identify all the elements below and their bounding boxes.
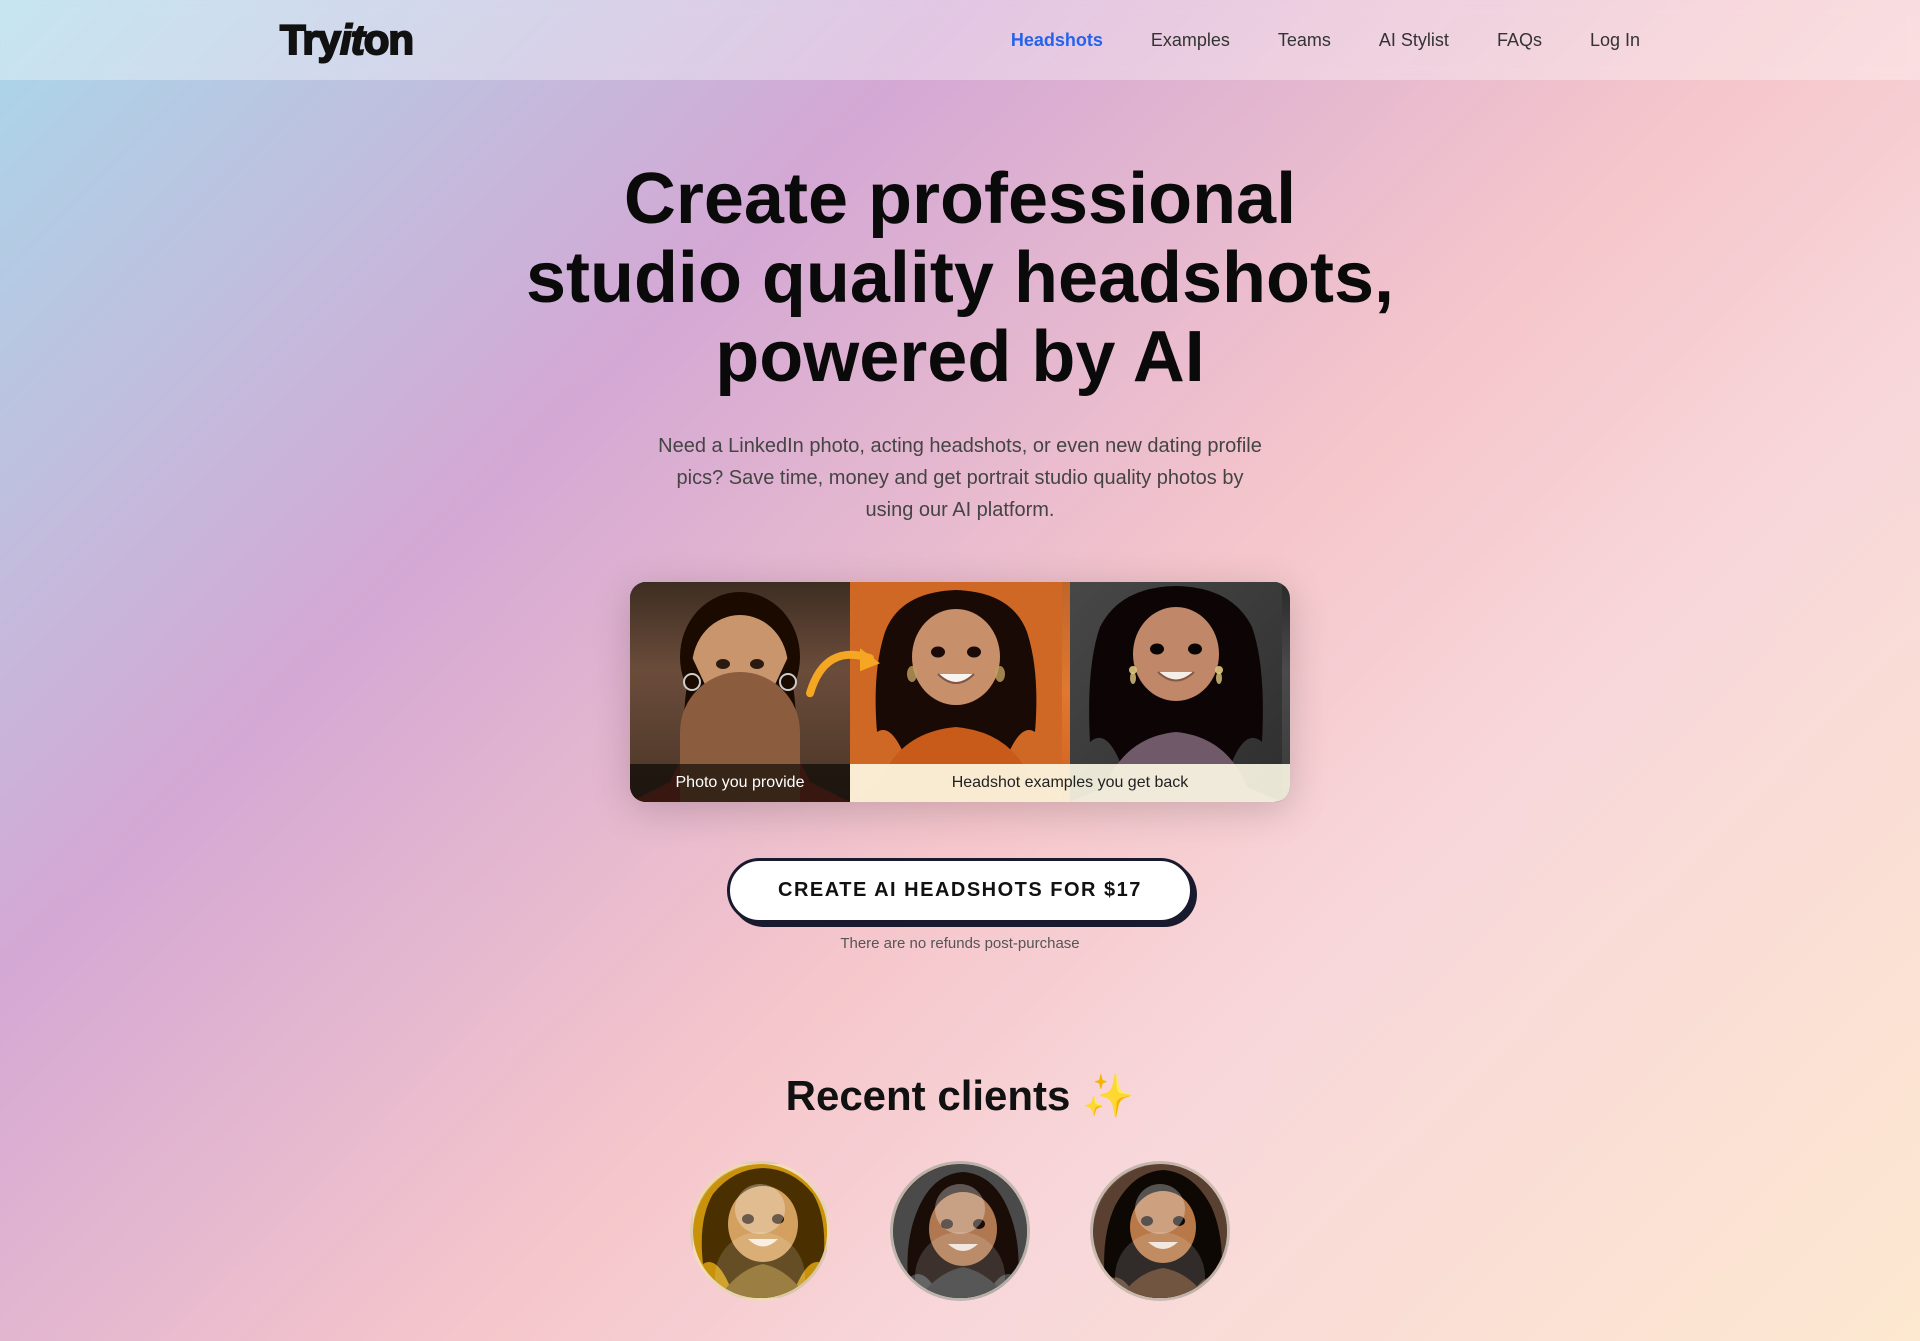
logo[interactable]: Tryiton	[280, 19, 413, 61]
nav-faqs[interactable]: FAQs	[1497, 30, 1542, 50]
cta-note: There are no refunds post-purchase	[840, 935, 1079, 952]
client-avatar-1	[690, 1161, 830, 1301]
hero-subtitle: Need a LinkedIn photo, acting headshots,…	[650, 430, 1270, 526]
recent-clients-section: Recent clients ✨	[0, 1012, 1920, 1341]
demo-after-panel: Headshot examples you get back	[850, 582, 1290, 802]
hero-section: Create professional studio quality heads…	[0, 80, 1920, 1012]
cta-button[interactable]: CREATE AI HEADSHOTS FOR $17	[727, 858, 1193, 923]
clients-row	[200, 1161, 1720, 1301]
nav-login[interactable]: Log In	[1590, 30, 1640, 50]
hero-title: Create professional studio quality heads…	[510, 160, 1410, 398]
recent-clients-title: Recent clients ✨	[200, 1072, 1720, 1121]
nav-ai-stylist[interactable]: AI Stylist	[1379, 30, 1449, 50]
before-after-arrow	[805, 633, 895, 717]
nav-examples[interactable]: Examples	[1151, 30, 1230, 50]
cta-section: CREATE AI HEADSHOTS FOR $17 There are no…	[727, 858, 1193, 952]
after-label: Headshot examples you get back	[850, 764, 1290, 802]
navbar: Tryiton Headshots Examples Teams AI Styl…	[0, 0, 1920, 80]
before-label: Photo you provide	[630, 764, 850, 802]
nav-teams[interactable]: Teams	[1278, 30, 1331, 50]
nav-links: Headshots Examples Teams AI Stylist FAQs…	[1011, 30, 1640, 51]
client-avatar-2	[890, 1161, 1030, 1301]
nav-headshots[interactable]: Headshots	[1011, 30, 1103, 50]
demo-block: Photo you provide	[630, 582, 1290, 802]
client-avatar-3	[1090, 1161, 1230, 1301]
